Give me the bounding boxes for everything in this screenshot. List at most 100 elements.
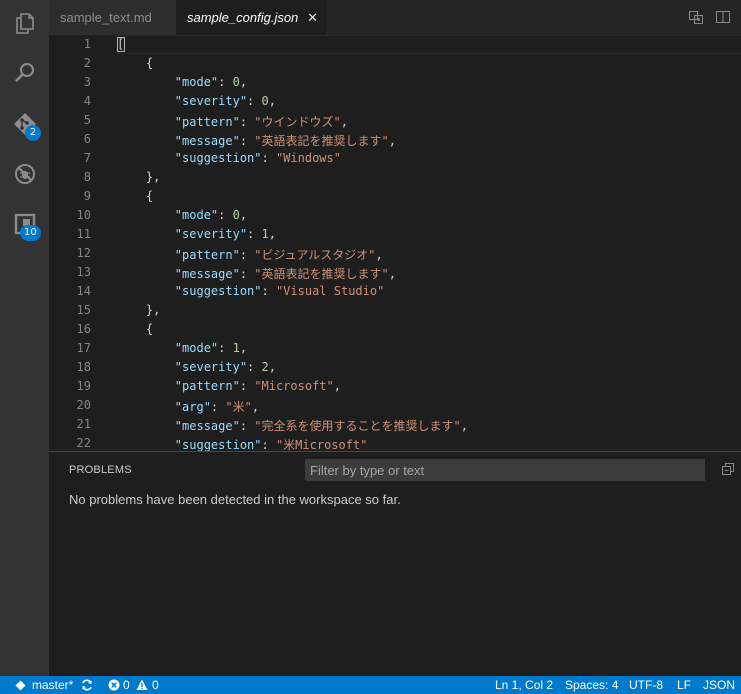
code-line: "pattern": "ビジュアルスタジオ",	[117, 246, 383, 263]
json-key: "severity"	[174, 360, 248, 374]
warning-count[interactable]: 0	[152, 676, 159, 694]
error-icon[interactable]	[108, 679, 120, 691]
filter-input[interactable]	[305, 459, 705, 481]
json-punctuation: ,	[268, 360, 276, 374]
extensions-badge: 10	[20, 225, 41, 241]
json-punctuation: :	[247, 94, 262, 108]
sync-icon[interactable]	[81, 679, 93, 691]
json-punctuation: :	[247, 360, 262, 374]
code-line: "suggestion": "Windows"	[117, 151, 341, 165]
json-punctuation: {	[117, 322, 154, 336]
json-number: 0	[232, 75, 240, 89]
json-key: "pattern"	[174, 115, 240, 129]
json-punctuation: ,	[239, 341, 248, 355]
split-editor-icon[interactable]	[715, 9, 731, 25]
json-punctuation: ,	[388, 134, 396, 148]
debug-icon[interactable]	[0, 154, 49, 194]
current-line-highlight	[115, 35, 741, 54]
tab-sample-config-json[interactable]: sample_config.json ✕	[176, 0, 326, 35]
json-number: 0	[261, 94, 269, 108]
collapse-all-icon[interactable]	[721, 462, 735, 476]
json-punctuation: :	[239, 419, 255, 433]
close-icon[interactable]: ✕	[307, 0, 318, 35]
status-bar: master* 0 0 Ln 1, Col 2 Spaces: 4 UTF-8 …	[0, 676, 741, 694]
line-number: 21	[76, 417, 91, 431]
code-line: "suggestion": "米Microsoft"	[117, 436, 368, 451]
json-punctuation: ,	[460, 419, 468, 433]
json-key: "message"	[174, 419, 240, 433]
json-string: "完全系を使用することを推奨します"	[254, 419, 461, 433]
code-line: {	[117, 189, 153, 203]
json-punctuation: ,	[239, 75, 248, 89]
json-punctuation	[117, 227, 175, 241]
line-number: 10	[76, 208, 91, 222]
json-punctuation	[117, 360, 175, 374]
json-string: "米Microsoft"	[275, 438, 368, 451]
json-key: "message"	[174, 134, 240, 148]
code-line: "severity": 0,	[117, 94, 276, 108]
code-line: "pattern": "Microsoft",	[117, 379, 341, 393]
json-key: "severity"	[174, 94, 248, 108]
code-line: "mode": 0,	[117, 208, 247, 222]
json-string: "英語表記を推奨します"	[254, 267, 389, 281]
language-mode[interactable]: JSON	[703, 676, 735, 694]
json-key: "mode"	[174, 75, 219, 89]
json-punctuation: :	[239, 267, 255, 281]
json-key: "suggestion"	[174, 284, 262, 298]
git-icon[interactable]	[0, 104, 49, 144]
json-punctuation: :	[218, 341, 233, 355]
open-changes-icon[interactable]	[688, 9, 704, 25]
json-key: "suggestion"	[174, 438, 262, 451]
warning-icon[interactable]	[136, 679, 148, 691]
line-number: 4	[83, 94, 91, 108]
cursor-position[interactable]: Ln 1, Col 2	[495, 676, 553, 694]
json-punctuation: ,	[388, 267, 396, 281]
json-punctuation: ,	[333, 379, 341, 393]
code-line: {	[117, 322, 153, 336]
panel-message: No problems have been detected in the wo…	[69, 492, 401, 507]
tab-label: sample_text.md	[60, 10, 152, 25]
json-string: "Visual Studio"	[275, 284, 385, 298]
code-editor[interactable]: 1 2 3 4 5 6 7 8 9 10 11 12 13 14 15 16 17 18 19 20 21 22 [ { …	[49, 35, 741, 451]
json-punctuation: ,	[251, 400, 260, 414]
line-number: 22	[76, 436, 91, 450]
code-line: "severity": 1,	[117, 227, 276, 241]
json-punctuation: ,	[239, 208, 248, 222]
error-count[interactable]: 0	[123, 676, 130, 694]
indentation[interactable]: Spaces: 4	[565, 676, 618, 694]
problems-panel: PROBLEMS No problems have been detected …	[49, 451, 741, 676]
line-number: 9	[83, 189, 91, 203]
json-punctuation	[117, 151, 175, 165]
line-number: 14	[76, 284, 91, 298]
tab-sample-text-md[interactable]: sample_text.md	[49, 0, 176, 35]
explorer-icon[interactable]	[0, 3, 49, 43]
json-string: "ビジュアルスタジオ"	[254, 248, 376, 262]
json-punctuation: :	[239, 248, 255, 262]
panel-title[interactable]: PROBLEMS	[69, 464, 132, 476]
json-number: 0	[232, 208, 240, 222]
json-punctuation: :	[247, 227, 262, 241]
line-number: 12	[76, 246, 91, 260]
json-punctuation: :	[261, 151, 276, 165]
line-number: 16	[76, 322, 91, 336]
json-punctuation	[117, 419, 175, 433]
json-punctuation	[117, 379, 175, 393]
json-punctuation	[117, 134, 175, 148]
code-line: "arg": "米",	[117, 398, 259, 415]
branch-label[interactable]: master*	[32, 676, 73, 694]
json-punctuation: },	[117, 303, 161, 317]
json-punctuation: [	[117, 37, 125, 51]
git-badge: 2	[25, 125, 41, 141]
line-ending[interactable]: LF	[677, 676, 691, 694]
encoding[interactable]: UTF-8	[629, 676, 663, 694]
json-punctuation: ,	[340, 115, 348, 129]
json-string: "米"	[225, 400, 252, 414]
json-punctuation: {	[117, 189, 154, 203]
json-punctuation	[117, 248, 175, 262]
json-string: "英語表記を推奨します"	[254, 134, 389, 148]
search-icon[interactable]	[0, 52, 49, 92]
json-punctuation: },	[117, 170, 161, 184]
tab-label: sample_config.json	[187, 10, 299, 25]
line-number: 7	[83, 151, 91, 165]
json-punctuation: :	[210, 400, 226, 414]
